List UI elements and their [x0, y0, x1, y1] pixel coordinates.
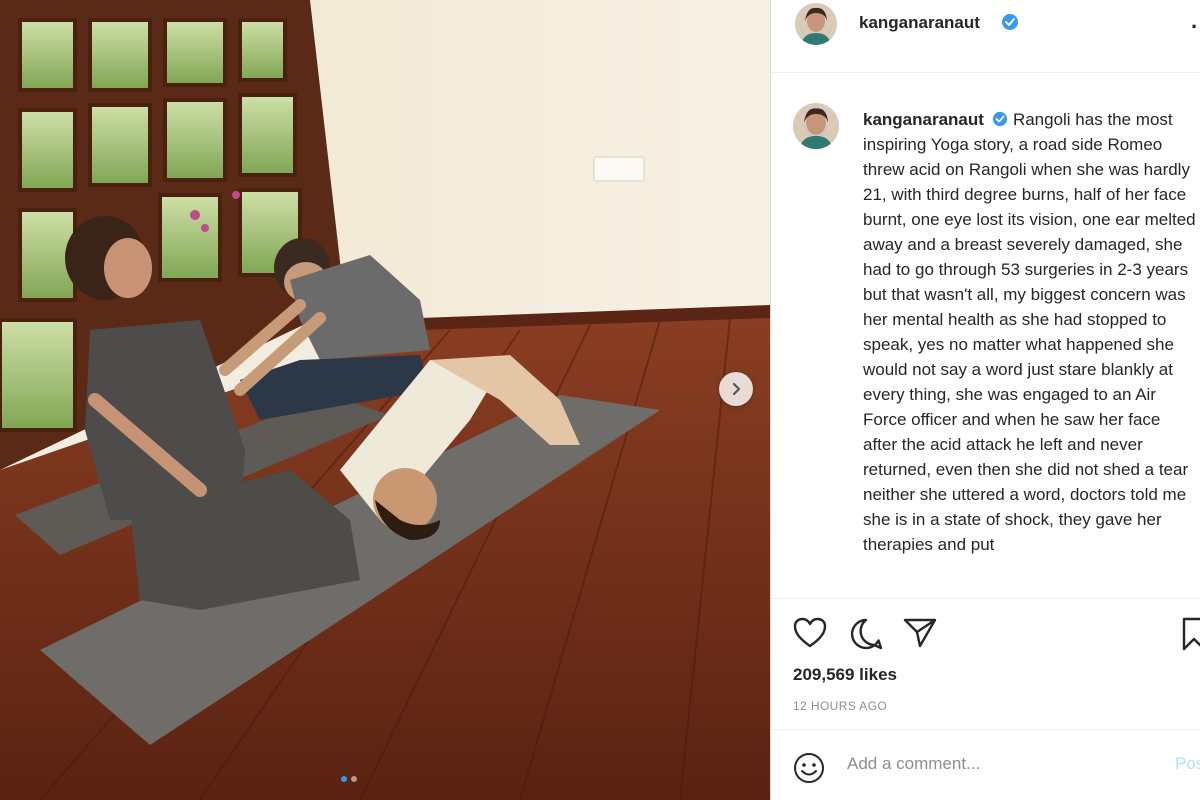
more-options-button[interactable]: ···: [1191, 14, 1200, 40]
post-actions: 209,569 likes 12 HOURS AGO Post: [771, 598, 1200, 799]
post-photo[interactable]: [0, 0, 770, 800]
verified-badge-icon: [992, 111, 1008, 127]
carousel-dot: [351, 776, 357, 782]
carousel-dot-active: [341, 776, 347, 782]
caption-avatar[interactable]: [793, 103, 839, 149]
next-photo-button[interactable]: [719, 372, 753, 406]
carousel-indicator: [341, 776, 357, 782]
comment-bar: Post: [771, 729, 1200, 800]
caption-section: kanganaranaut Rangoli has the most inspir…: [771, 73, 1200, 595]
heart-icon[interactable]: [793, 617, 827, 649]
chevron-right-icon: [732, 382, 741, 396]
verified-badge-icon: [1002, 14, 1018, 30]
caption-body: Rangoli has the most inspiring Yoga stor…: [863, 110, 1196, 554]
yoga-photo-illustration: [0, 0, 770, 800]
post-comment-button[interactable]: Post: [1175, 754, 1200, 774]
comment-input[interactable]: [847, 749, 1147, 779]
post-side-panel: kanganaranaut ··· kanganaranautRangoli h…: [770, 0, 1200, 800]
avatar[interactable]: [795, 3, 837, 45]
post-header: kanganaranaut ···: [771, 0, 1200, 73]
bookmark-icon[interactable]: [1181, 617, 1200, 651]
paper-plane-icon[interactable]: [903, 617, 937, 649]
username[interactable]: kanganaranaut: [859, 13, 980, 33]
comment-icon[interactable]: [849, 617, 883, 651]
caption: kanganaranaut Rangoli has the most inspir…: [863, 107, 1199, 557]
post-timestamp[interactable]: 12 HOURS AGO: [793, 699, 887, 713]
smiley-icon[interactable]: [793, 752, 825, 784]
caption-username[interactable]: kanganaranaut: [863, 110, 984, 129]
likes-count[interactable]: 209,569 likes: [793, 665, 897, 685]
